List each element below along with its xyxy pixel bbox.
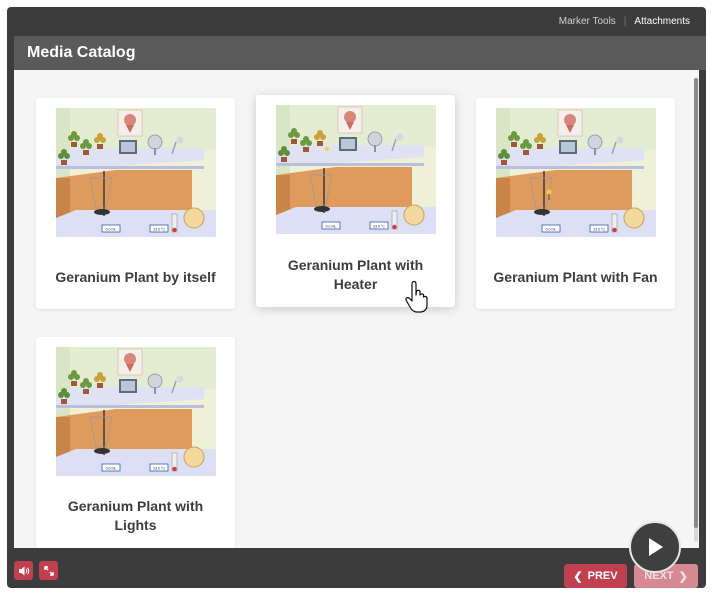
menu-separator: | xyxy=(623,15,627,27)
attachments-link[interactable]: Attachments xyxy=(634,16,690,27)
lab-scene-thumbnail: 0.0 mL 23.0 °C xyxy=(496,108,656,237)
scrollbar[interactable] xyxy=(694,78,698,542)
play-button[interactable] xyxy=(629,521,681,573)
speaker-icon xyxy=(18,566,29,575)
media-card-plant-itself[interactable]: 0.0 mL 23.0 °C Geranium Plant by itself xyxy=(36,98,235,309)
prev-label: PREV xyxy=(587,570,618,582)
svg-text:0.0 mL: 0.0 mL xyxy=(106,467,117,471)
app-frame: Marker Tools | Attachments Media Catalog… xyxy=(7,7,706,588)
svg-text:0.0 mL: 0.0 mL xyxy=(326,225,337,229)
expand-icon xyxy=(43,565,54,576)
lab-scene-thumbnail: 0.0 mL 23.0 °C xyxy=(56,347,216,476)
lab-scene-thumbnail: 0.0 mL 23.0 °C xyxy=(56,108,216,237)
svg-text:23.0 °C: 23.0 °C xyxy=(153,467,165,471)
svg-text:23.0 °C: 23.0 °C xyxy=(593,228,605,232)
hand-pointer-cursor-icon xyxy=(405,280,428,313)
play-icon xyxy=(649,538,663,556)
sound-button[interactable] xyxy=(14,561,33,580)
top-menu: Marker Tools | Attachments xyxy=(7,7,706,35)
media-catalog-panel: 0.0 mL 23.0 °C Geranium Plant by itself 0… xyxy=(14,70,699,548)
lab-scene-thumbnail: 0.0 mL 23.0 °C xyxy=(276,105,436,234)
svg-text:0.0 mL: 0.0 mL xyxy=(106,228,117,232)
media-card-plant-fan[interactable]: 0.0 mL 23.0 °C Geranium Plant with Fan xyxy=(476,98,675,309)
svg-text:0.0 mL: 0.0 mL xyxy=(546,228,557,232)
header: Media Catalog xyxy=(14,36,706,70)
svg-text:23.0 °C: 23.0 °C xyxy=(153,228,165,232)
page-title: Media Catalog xyxy=(27,44,136,61)
bottom-toolbar: ❮ PREV NEXT ❯ xyxy=(7,548,706,588)
media-card-plant-lights[interactable]: 0.0 mL 23.0 °C Geranium Plant with Lights xyxy=(36,337,235,548)
svg-text:23.0 °C: 23.0 °C xyxy=(373,225,385,229)
media-card-plant-heater[interactable]: 0.0 mL 23.0 °C Geranium Plant with Heater xyxy=(256,95,455,307)
fullscreen-button[interactable] xyxy=(39,561,58,580)
chevron-left-icon: ❮ xyxy=(573,570,583,583)
card-label: Geranium Plant by itself xyxy=(55,269,216,285)
marker-tools-link[interactable]: Marker Tools xyxy=(559,16,616,27)
card-label: Geranium Plant with Fan xyxy=(493,269,658,285)
card-label: Geranium Plant with Lights xyxy=(67,498,204,533)
chevron-right-icon: ❯ xyxy=(678,570,688,583)
prev-button[interactable]: ❮ PREV xyxy=(564,564,627,588)
scrollbar-thumb[interactable] xyxy=(694,78,698,528)
